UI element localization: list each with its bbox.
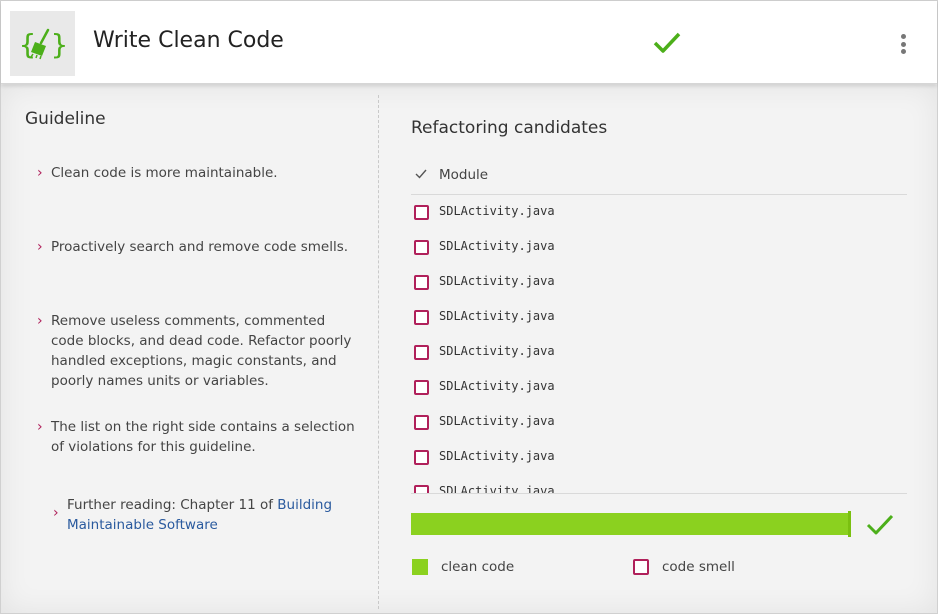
guideline-item: › The list on the right side contains a … [37,417,357,457]
list-item[interactable]: SDLActivity.java [411,372,907,407]
panel-divider [378,95,379,609]
page-title: Write Clean Code [93,28,284,53]
chevron-right-icon: › [37,313,43,329]
checkmark-icon [865,513,895,537]
main-content: Guideline › Clean code is more maintaina… [1,85,937,613]
list-item[interactable]: SDLActivity.java [411,197,907,232]
list-item[interactable]: SDLActivity.java [411,232,907,267]
svg-text:{: { [19,28,36,61]
app-header: { } Write Clean Code [1,1,937,84]
refactoring-heading: Refactoring candidates [411,118,608,138]
clean-swatch [412,559,428,575]
guideline-heading: Guideline [25,109,106,129]
file-name: SDLActivity.java [439,274,555,288]
candidate-checkbox[interactable] [414,345,429,360]
file-name: SDLActivity.java [439,379,555,393]
list-item[interactable]: SDLActivity.java [411,302,907,337]
legend-smell-label: code smell [662,559,735,575]
guideline-item: › Remove useless comments, commented cod… [37,311,357,391]
check-icon[interactable] [415,169,427,179]
candidate-checkbox[interactable] [414,450,429,465]
guideline-item: › Clean code is more maintainable. [37,163,357,183]
table-header: Module [411,163,907,195]
candidate-checkbox[interactable] [414,380,429,395]
chevron-right-icon: › [37,165,43,181]
more-vert-icon[interactable] [894,30,912,58]
progress-end-marker [848,511,851,537]
list-item[interactable]: SDLActivity.java [411,337,907,372]
file-name: SDLActivity.java [439,414,555,428]
file-name: SDLActivity.java [439,239,555,253]
candidate-list[interactable]: SDLActivity.java SDLActivity.java SDLAct… [411,197,907,493]
list-item[interactable]: SDLActivity.java [411,442,907,477]
candidate-checkbox[interactable] [414,415,429,430]
svg-text:}: } [51,28,68,61]
list-item[interactable]: SDLActivity.java [411,267,907,302]
guideline-item: › Proactively search and remove code sme… [37,237,357,257]
progress-bar [411,511,851,537]
legend-smell: code smell [633,559,735,575]
further-reading: › Further reading: Chapter 11 of Buildin… [53,495,333,535]
column-header-module[interactable]: Module [439,167,488,183]
candidate-checkbox[interactable] [414,310,429,325]
progress-fill [411,513,851,535]
legend-clean: clean code [412,559,514,575]
file-name: SDLActivity.java [439,344,555,358]
further-reading-prefix: Further reading: Chapter 11 of [67,497,278,513]
file-name: SDLActivity.java [439,204,555,218]
list-divider [411,493,907,494]
guideline-item-text: Proactively search and remove code smell… [51,239,349,255]
file-name: SDLActivity.java [439,484,555,493]
smell-swatch [633,559,649,575]
guideline-item-text: The list on the right side contains a se… [51,419,355,455]
candidate-checkbox[interactable] [414,485,429,493]
guideline-item-text: Remove useless comments, commented code … [51,313,352,389]
candidate-checkbox[interactable] [414,205,429,220]
guideline-item-text: Clean code is more maintainable. [51,165,278,181]
legend-clean-label: clean code [441,559,515,575]
chevron-right-icon: › [53,505,59,521]
chevron-right-icon: › [37,419,43,435]
file-name: SDLActivity.java [439,449,555,463]
list-item[interactable]: SDLActivity.java [411,407,907,442]
file-name: SDLActivity.java [439,309,555,323]
list-item[interactable]: SDLActivity.java [411,477,907,493]
app-window: { } Write Clean Code Guideline › Clean c… [0,0,938,614]
chevron-right-icon: › [37,239,43,255]
candidate-checkbox[interactable] [414,275,429,290]
checkmark-icon [652,31,682,55]
candidate-checkbox[interactable] [414,240,429,255]
broom-braces-icon: { } [10,11,75,76]
